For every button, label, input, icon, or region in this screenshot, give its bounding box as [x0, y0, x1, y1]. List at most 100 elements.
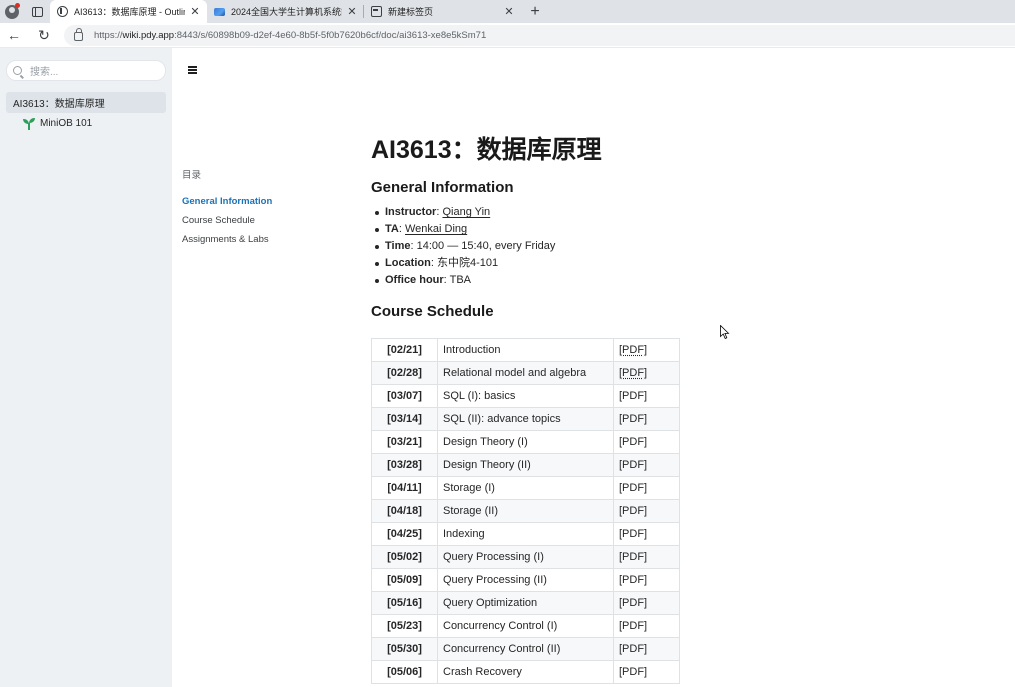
schedule-date: [02/21] — [371, 338, 438, 362]
new-tab-button[interactable]: + — [521, 0, 549, 23]
tab-outline[interactable]: AI3613：数据库原理 - Outline ✕ — [50, 0, 207, 23]
info-value: 东中院4-101 — [436, 256, 499, 269]
schedule-topic: Indexing — [437, 522, 614, 546]
tab-new-tab[interactable]: 新建标签页 ✕ — [364, 0, 521, 23]
pdf-link[interactable]: [PDF] — [619, 643, 647, 655]
pdf-cell: [PDF] — [613, 591, 680, 615]
table-row: [03/07] SQL (I): basics [PDF] — [371, 384, 680, 408]
pdf-cell: [PDF] — [613, 522, 680, 546]
pdf-link[interactable]: [PDF] — [619, 436, 647, 448]
schedule-date: [03/28] — [371, 453, 438, 477]
schedule-date: [03/21] — [371, 430, 438, 454]
tab-title: 2024全国大学生计算机系统能力大 — [231, 7, 342, 17]
pdf-link[interactable]: [PDF] — [619, 459, 647, 471]
list-item: Instructor: Qiang Yin — [374, 204, 555, 221]
schedule-date: [04/11] — [371, 476, 438, 500]
pdf-link[interactable]: [PDF] — [619, 505, 647, 517]
outline-icon — [57, 6, 68, 17]
schedule-date: [05/23] — [371, 614, 438, 638]
close-icon[interactable]: ✕ — [503, 5, 515, 18]
pdf-cell: [PDF] — [613, 545, 680, 569]
schedule-topic: Design Theory (II) — [437, 453, 614, 477]
pdf-link[interactable]: [PDF] — [619, 551, 647, 563]
list-item: Office hour: TBA — [374, 272, 555, 289]
schedule-topic: Crash Recovery — [437, 660, 614, 684]
list-item: Time: 14:00 — 15:40, every Friday — [374, 238, 556, 255]
sidebar-item-miniob[interactable]: MiniOB 101 — [6, 113, 166, 134]
pdf-link[interactable]: [PDF] — [619, 597, 647, 609]
sprout-icon — [23, 117, 35, 130]
pdf-link[interactable]: [PDF] — [619, 666, 647, 678]
pdf-cell: [PDF] — [613, 660, 680, 684]
pdf-link[interactable]: [PDF] — [619, 413, 647, 425]
url-path: :8443/s/60898b09-d2ef-4e60-8b5f-5f0b7620… — [174, 30, 487, 41]
pdf-cell: [PDF] — [613, 453, 680, 477]
tab-actions-icon[interactable] — [24, 0, 50, 23]
schedule-date: [05/02] — [371, 545, 438, 569]
address-bar[interactable]: https://wiki.pdy.app:8443/s/60898b09-d2e… — [64, 25, 1015, 46]
profile-icon[interactable] — [0, 0, 24, 23]
tab-title: 新建标签页 — [388, 7, 434, 17]
list-item: TA: Wenkai Ding — [374, 221, 555, 238]
info-value: 14:00 — 15:40, every Friday — [416, 239, 556, 252]
pdf-cell: [PDF] — [613, 568, 680, 592]
table-row: [04/11] Storage (I) [PDF] — [371, 476, 680, 500]
pdf-link[interactable]: [PDF] — [619, 482, 647, 494]
instructor-link[interactable]: Qiang Yin — [442, 206, 490, 218]
info-key: Location — [385, 256, 431, 269]
lock-icon[interactable] — [74, 28, 83, 41]
url-prefix: https:// — [94, 30, 123, 41]
schedule-date: [05/09] — [371, 568, 438, 592]
pdf-link[interactable]: [PDF] — [619, 390, 647, 402]
schedule-topic: Concurrency Control (II) — [437, 637, 614, 661]
table-row: [03/28] Design Theory (II) [PDF] — [371, 453, 680, 477]
url-host: wiki.pdy.app — [122, 30, 175, 41]
schedule-date: [02/28] — [371, 361, 438, 385]
table-row: [02/28] Relational model and algebra [PDF] — [371, 361, 680, 385]
pdf-link[interactable]: [PDF] — [619, 620, 647, 632]
toc-link-assignments-labs[interactable]: Assignments & Labs — [182, 230, 272, 249]
site-banner-icon — [214, 7, 225, 16]
schedule-topic: Storage (I) — [437, 476, 614, 500]
reload-button[interactable]: ↻ — [30, 23, 58, 48]
close-icon[interactable]: ✕ — [346, 5, 358, 18]
table-row: [05/30] Concurrency Control (II) [PDF] — [371, 637, 680, 661]
pdf-link[interactable]: [PDF] — [619, 574, 647, 586]
schedule-date: [05/30] — [371, 637, 438, 661]
toc-title: 目录 — [182, 170, 202, 181]
schedule-topic: Query Processing (I) — [437, 545, 614, 569]
ta-link[interactable]: Wenkai Ding — [405, 223, 467, 235]
pdf-cell: [PDF] — [613, 476, 680, 500]
toc-link-general-information[interactable]: General Information — [182, 192, 272, 211]
schedule-topic: Design Theory (I) — [437, 430, 614, 454]
sidebar-item-label: AI3613：数据库原理 — [13, 99, 105, 110]
pdf-link[interactable]: [PDF] — [619, 367, 647, 379]
close-icon[interactable]: ✕ — [189, 5, 201, 18]
heading-general-information: General Information — [371, 179, 514, 196]
info-key: TA — [385, 222, 399, 235]
schedule-topic: Storage (II) — [437, 499, 614, 523]
pdf-cell: [PDF] — [613, 637, 680, 661]
tab-competition[interactable]: 2024全国大学生计算机系统能力大 ✕ — [207, 0, 364, 23]
table-row: [05/09] Query Processing (II) [PDF] — [371, 568, 680, 592]
schedule-date: [03/14] — [371, 407, 438, 431]
back-button[interactable]: ← — [0, 23, 28, 48]
table-row: [05/23] Concurrency Control (I) [PDF] — [371, 614, 680, 638]
pdf-cell: [PDF] — [613, 338, 680, 362]
menu-icon[interactable] — [188, 66, 198, 74]
table-row: [05/02] Query Processing (I) [PDF] — [371, 545, 680, 569]
toc-link-course-schedule[interactable]: Course Schedule — [182, 211, 272, 230]
info-value: TBA — [449, 273, 471, 286]
pdf-cell: [PDF] — [613, 499, 680, 523]
pdf-link[interactable]: [PDF] — [619, 528, 647, 540]
heading-course-schedule: Course Schedule — [371, 303, 494, 320]
browser-toolbar: ← ↻ https://wiki.pdy.app:8443/s/60898b09… — [0, 23, 1015, 48]
pdf-link[interactable]: [PDF] — [619, 344, 647, 356]
search-input[interactable]: 搜索... — [6, 60, 166, 81]
table-of-contents: 目录 General Information Course Schedule A… — [182, 167, 272, 249]
schedule-topic: Introduction — [437, 338, 614, 362]
table-row: [05/06] Crash Recovery [PDF] — [371, 660, 680, 684]
pdf-cell: [PDF] — [613, 614, 680, 638]
sidebar-item-ai3613[interactable]: AI3613：数据库原理 — [6, 92, 166, 113]
table-row: [02/21] Introduction [PDF] — [371, 338, 680, 362]
